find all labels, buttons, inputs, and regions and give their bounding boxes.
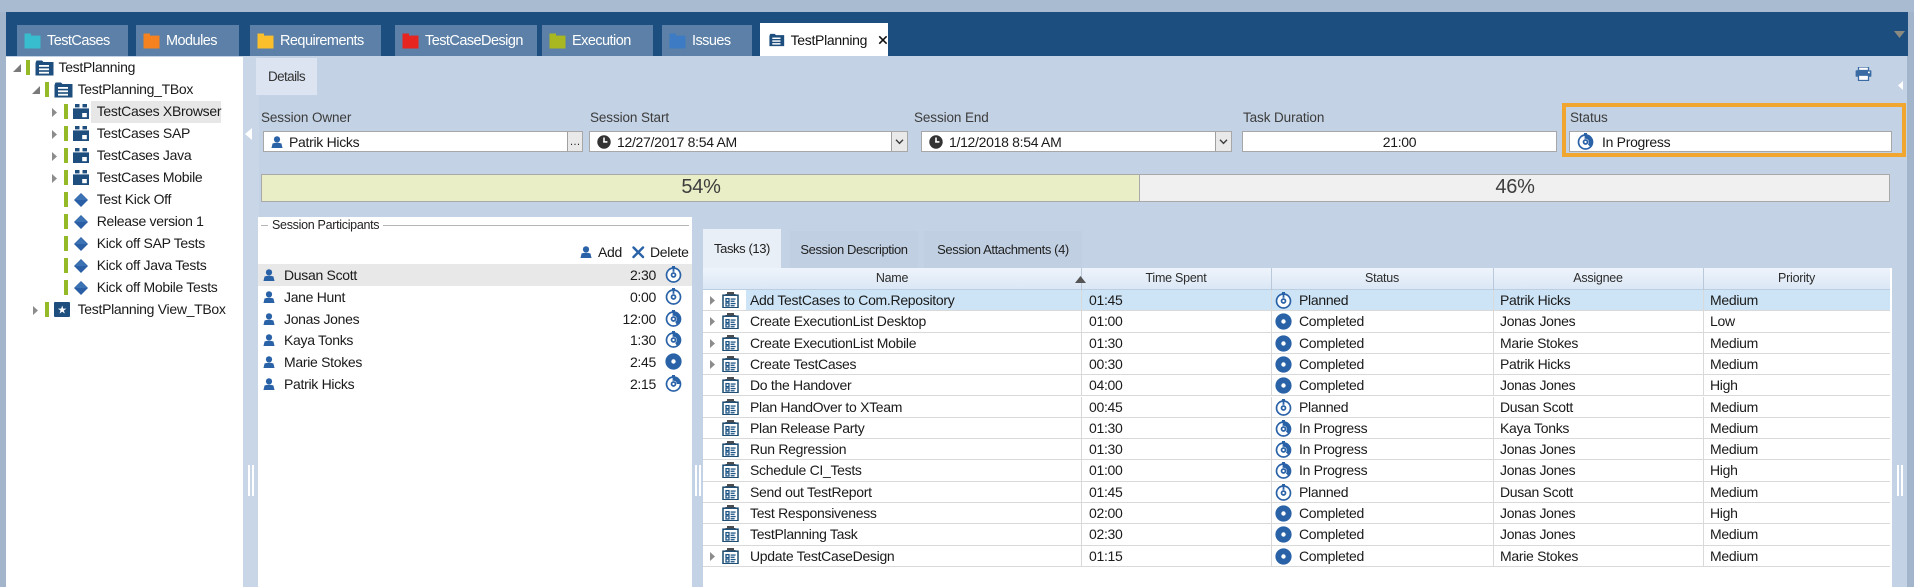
svg-text:★: ★ (57, 305, 67, 317)
